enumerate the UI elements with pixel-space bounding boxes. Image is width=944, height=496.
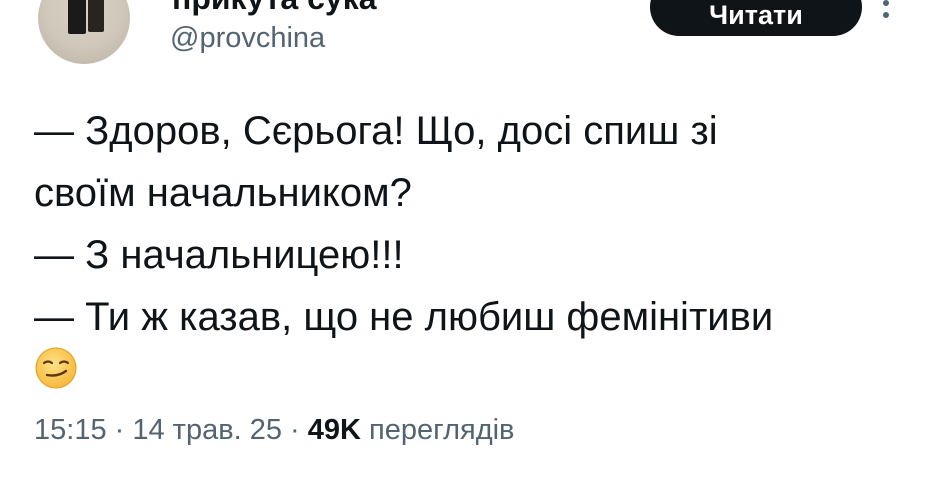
tweet-meta: 15:15 · 14 трав. 25 · 49K переглядів bbox=[34, 414, 514, 447]
tweet-text: — Здоров, Сєрьога! Що, досі спиш зі свої… bbox=[34, 100, 914, 348]
tweet-line: своїм начальником? bbox=[34, 171, 412, 215]
display-name[interactable]: прикута сука bbox=[172, 0, 377, 17]
more-options-icon[interactable] bbox=[878, 0, 894, 40]
meta-separator: · bbox=[106, 414, 133, 446]
avatar-figure bbox=[88, 0, 104, 32]
views-label: переглядів bbox=[360, 414, 515, 446]
tweet-time[interactable]: 15:15 bbox=[34, 414, 107, 446]
smirking-face-emoji-icon bbox=[34, 346, 78, 390]
avatar-figure bbox=[68, 0, 86, 34]
user-handle[interactable]: @provchina bbox=[170, 22, 325, 55]
views-count[interactable]: 49K bbox=[308, 414, 361, 446]
avatar[interactable] bbox=[38, 0, 130, 64]
meta-separator: · bbox=[282, 414, 308, 446]
tweet-date[interactable]: 14 трав. 25 bbox=[132, 414, 282, 446]
tweet-line: — Здоров, Сєрьога! Що, досі спиш зі bbox=[34, 109, 718, 153]
tweet-line: — З начальницею!!! bbox=[34, 233, 404, 277]
tweet-line: — Ти ж казав, що не любиш фемінітиви bbox=[34, 295, 774, 339]
follow-button[interactable]: Читати bbox=[650, 0, 862, 36]
